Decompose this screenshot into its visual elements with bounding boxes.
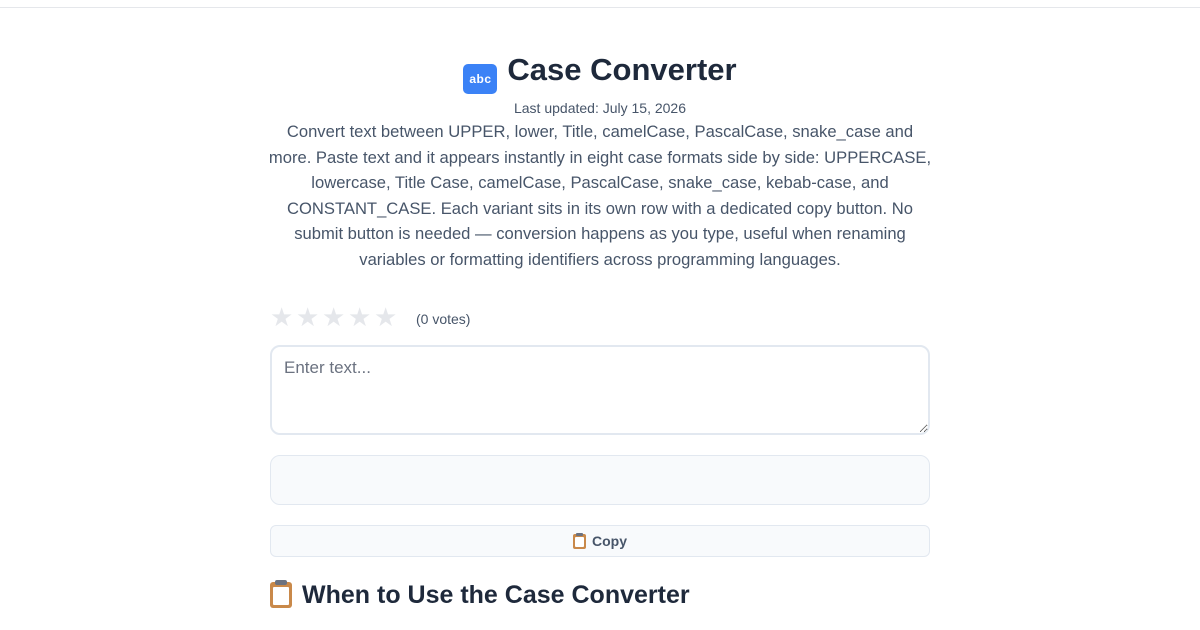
top-bar [0, 0, 1200, 8]
star-3-icon[interactable]: ★ [322, 303, 348, 331]
last-updated: Last updated: July 15, 2026 [513, 100, 687, 116]
page-title: abc Case Converter [270, 50, 930, 94]
star-rating: ★ ★ ★ ★ ★ (0 votes) [270, 302, 670, 332]
section-heading: When to Use the Case Converter [270, 578, 930, 612]
copy-button-label: Copy [592, 533, 627, 549]
text-input[interactable] [270, 345, 930, 435]
abc-icon: abc [463, 64, 498, 94]
tool-description: Convert text between UPPER, lower, Title… [268, 122, 932, 269]
star-2-icon[interactable]: ★ [296, 303, 322, 331]
clipboard-icon [573, 532, 586, 549]
star-4-icon[interactable]: ★ [348, 303, 374, 331]
star-1-icon[interactable]: ★ [270, 303, 296, 331]
votes-count: (0 votes) [416, 310, 471, 327]
clipboard-icon [270, 580, 292, 608]
converted-output [270, 455, 930, 505]
copy-button[interactable]: Copy [270, 525, 930, 557]
page-title-text: Case Converter [507, 52, 737, 87]
section-heading-text: When to Use the Case Converter [302, 581, 690, 609]
star-5-icon[interactable]: ★ [374, 303, 400, 331]
